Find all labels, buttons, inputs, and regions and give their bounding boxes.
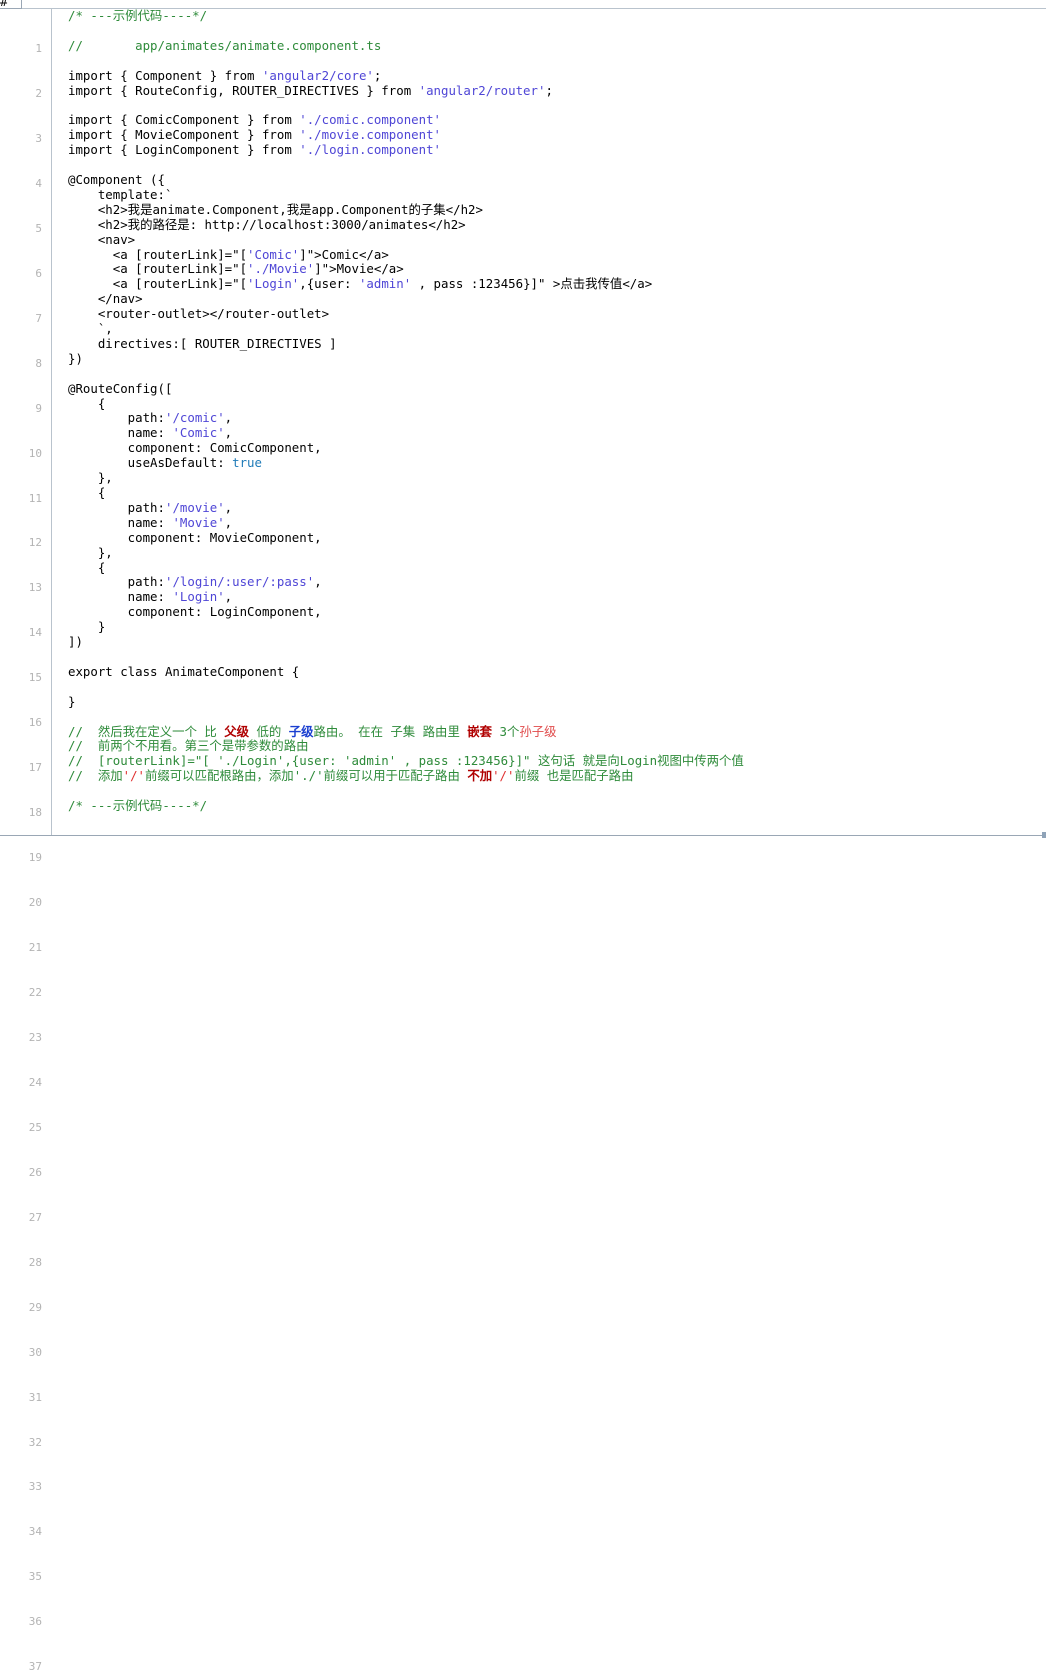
code-line: <nav> <box>68 231 136 247</box>
code-line: { <box>68 485 106 500</box>
code-line: useAsDefault: true <box>68 455 262 471</box>
line-number: 22 <box>28 985 42 999</box>
line-number: 17 <box>28 761 42 775</box>
line-number: 28 <box>28 1255 42 1269</box>
code-line: name: 'Comic', <box>68 425 233 441</box>
line-number: 6 <box>35 266 42 280</box>
line-number-gutter: 1 2 3 4 5 6 7 8 9 10 11 12 13 14 15 16 1… <box>0 9 52 1673</box>
line-number: 13 <box>28 581 42 595</box>
line-number: 35 <box>28 1570 42 1584</box>
code-line: path:'/movie', <box>68 499 233 515</box>
code-line: import { LoginComponent } from './login.… <box>68 142 442 158</box>
code-line: // 前两个不用看。第三个是带参数的路由 <box>68 738 309 754</box>
code-line: import { ComicComponent } from './comic.… <box>68 112 442 128</box>
code-line: @Component ({ <box>68 171 165 187</box>
code-line: </nav> <box>68 291 143 307</box>
code-line: name: 'Login', <box>68 589 233 605</box>
bottom-divider <box>0 835 1042 836</box>
line-number: 10 <box>28 446 42 460</box>
code-line: } <box>68 693 76 709</box>
line-number: 3 <box>35 131 42 145</box>
line-number: 11 <box>28 491 42 505</box>
line-number: 36 <box>28 1615 42 1629</box>
code-line: }) <box>68 350 83 366</box>
code-line: import { Component } from 'angular2/core… <box>68 67 382 83</box>
line-number: 23 <box>28 1030 42 1044</box>
code-line: <a [routerLink]="['Comic']">Comic</a> <box>68 246 389 262</box>
line-number: 19 <box>28 851 42 865</box>
line-number: 5 <box>35 221 42 235</box>
code-line: name: 'Movie', <box>68 514 233 530</box>
code-line: // [routerLink]="[ './Login',{user: 'adm… <box>68 753 744 769</box>
code-editor[interactable]: # 1 2 3 4 5 6 7 8 9 10 11 12 13 14 15 16… <box>0 0 1046 1673</box>
line-number: 1 <box>35 41 42 55</box>
code-line: /* ---示例代码----*/ <box>68 9 208 23</box>
code-line: directives:[ ROUTER_DIRECTIVES ] <box>68 335 337 351</box>
line-number: 33 <box>28 1480 42 1494</box>
code-line: `, <box>68 321 113 337</box>
scroll-tick <box>1042 832 1046 838</box>
code-line: <h2>我的路径是: http://localhost:3000/animate… <box>68 216 466 232</box>
code-line: }, <box>68 544 113 560</box>
code-line: template:` <box>68 186 173 202</box>
code-line: path:'/comic', <box>68 410 233 426</box>
code-line: // 然后我在定义一个 比 父级 低的 子级路由。 在在 子集 路由里 嵌套 3… <box>68 723 557 739</box>
line-number: 12 <box>28 536 42 550</box>
code-line: <h2>我是animate.Component,我是app.Component的… <box>68 201 483 217</box>
code-line: path:'/login/:user/:pass', <box>68 574 322 590</box>
line-number: 31 <box>28 1390 42 1404</box>
line-number: 16 <box>28 716 42 730</box>
line-number: 26 <box>28 1165 42 1179</box>
code-line: /* ---示例代码----*/ <box>68 798 208 814</box>
code-line: component: MovieComponent, <box>68 529 322 545</box>
code-line: component: ComicComponent, <box>68 440 322 456</box>
code-line: import { RouteConfig, ROUTER_DIRECTIVES … <box>68 82 553 98</box>
line-number: 7 <box>35 311 42 325</box>
code-line: ]) <box>68 634 83 650</box>
line-number: 37 <box>28 1660 42 1674</box>
line-numbers: 1 2 3 4 5 6 7 8 9 10 11 12 13 14 15 16 1… <box>2 12 42 1680</box>
code-line: { <box>68 395 106 411</box>
code-line: <a [routerLink]="['./Movie']">Movie</a> <box>68 261 404 277</box>
code-content[interactable]: /* ---示例代码----*/ // app/animates/animate… <box>68 9 1044 835</box>
code-line: // app/animates/animate.component.ts <box>68 37 382 53</box>
line-number: 30 <box>28 1345 42 1359</box>
line-number: 29 <box>28 1300 42 1314</box>
hash-icon: # <box>0 0 8 10</box>
line-number: 14 <box>28 626 42 640</box>
line-number: 20 <box>28 896 42 910</box>
line-number: 24 <box>28 1075 42 1089</box>
line-number: 15 <box>28 671 42 685</box>
code-line: import { MovieComponent } from './movie.… <box>68 127 442 143</box>
code-line: }, <box>68 470 113 486</box>
line-number: 27 <box>28 1210 42 1224</box>
line-number: 34 <box>28 1525 42 1539</box>
line-number: 2 <box>35 86 42 100</box>
code-line: <router-outlet></router-outlet> <box>68 306 330 322</box>
line-number: 9 <box>35 401 42 415</box>
code-line: component: LoginComponent, <box>68 604 322 620</box>
line-number: 21 <box>28 941 42 955</box>
code-line: // 添加'/'前缀可以匹配根路由，添加'./'前缀可以用于匹配子路由 不加'/… <box>68 768 634 784</box>
code-line: export class AnimateComponent { <box>68 663 300 679</box>
line-number: 4 <box>35 176 42 190</box>
code-line: <a [routerLink]="['Login',{user: 'admin'… <box>68 276 653 292</box>
line-number: 32 <box>28 1435 42 1449</box>
line-number: 8 <box>35 356 42 370</box>
code-line: @RouteConfig([ <box>68 380 173 396</box>
code-line: } <box>68 619 106 635</box>
line-number: 25 <box>28 1120 42 1134</box>
line-number: 18 <box>28 806 42 820</box>
code-line: { <box>68 559 106 575</box>
